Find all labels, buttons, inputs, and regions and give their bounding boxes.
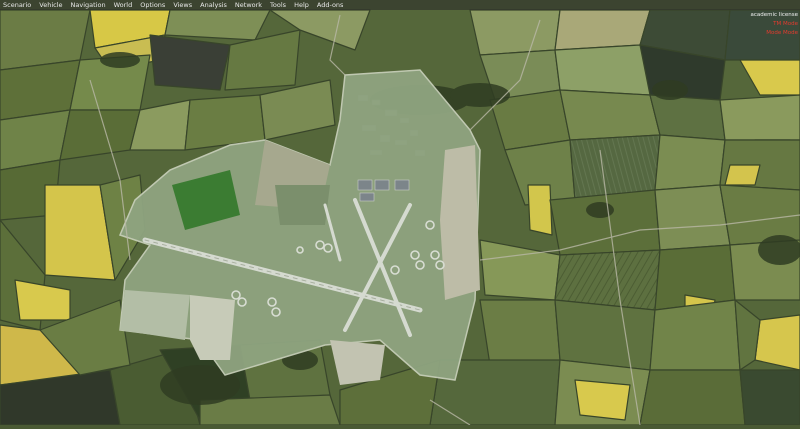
menu-world[interactable]: World xyxy=(110,0,137,10)
status-overlay: academic license TM Mode Mode Mode xyxy=(751,11,799,38)
menu-tools[interactable]: Tools xyxy=(266,0,290,10)
menu-help[interactable]: Help xyxy=(290,0,313,10)
menu-options[interactable]: Options xyxy=(136,0,169,10)
menu-bar: Scenario Vehicle Navigation World Option… xyxy=(0,0,800,10)
license-text: academic license xyxy=(750,12,799,18)
menu-views[interactable]: Views xyxy=(169,0,196,10)
terrain-map xyxy=(0,0,800,426)
status-warning-1: TM Mode xyxy=(773,21,798,27)
menu-add-ons[interactable]: Add-ons xyxy=(313,0,348,10)
menu-analysis[interactable]: Analysis xyxy=(196,0,231,10)
menu-network[interactable]: Network xyxy=(231,0,266,10)
satellite-view[interactable] xyxy=(0,0,800,426)
status-warning-2: Mode Mode xyxy=(766,30,798,36)
menu-vehicle[interactable]: Vehicle xyxy=(35,0,66,10)
menu-scenario[interactable]: Scenario xyxy=(0,0,35,10)
menu-navigation[interactable]: Navigation xyxy=(67,0,110,10)
